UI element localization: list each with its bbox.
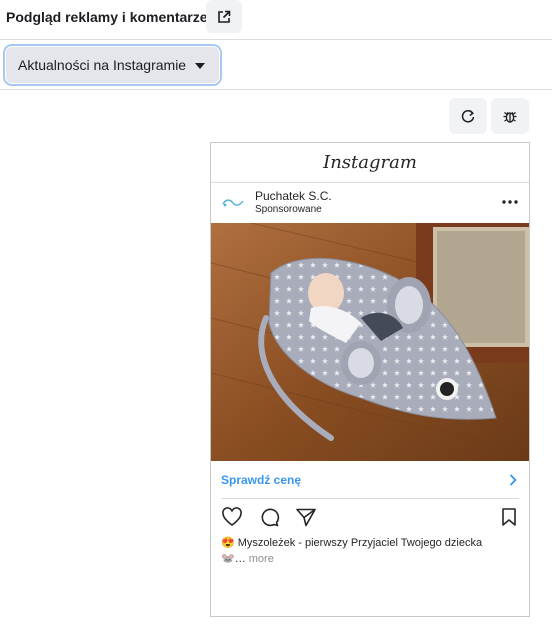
post-caption: 😍 Myszoleżek - pierwszy Przyjaciel Twoje… bbox=[211, 535, 529, 567]
caption-emoji: 🐭… bbox=[221, 553, 246, 565]
account-avatar bbox=[220, 190, 246, 216]
cta-label: Sprawdź cenę bbox=[221, 472, 302, 487]
ad-image bbox=[211, 223, 529, 461]
bug-icon bbox=[503, 111, 517, 123]
cta-row[interactable]: Sprawdź cenę bbox=[221, 461, 519, 499]
post-header: Puchatek S.C. Sponsorowane bbox=[211, 183, 529, 223]
heart-icon[interactable] bbox=[221, 507, 243, 527]
refresh-icon bbox=[461, 109, 475, 123]
post-actions bbox=[211, 499, 529, 535]
instagram-logo: Instagram bbox=[211, 143, 529, 183]
refresh-button[interactable] bbox=[449, 98, 487, 134]
caption-more-link[interactable]: more bbox=[249, 553, 274, 565]
caption-line-2: 🐭… more bbox=[221, 551, 519, 567]
more-options-icon[interactable] bbox=[501, 196, 519, 208]
placement-dropdown-label: Aktualności na Instagramie bbox=[18, 57, 187, 73]
report-bug-button[interactable] bbox=[491, 98, 529, 134]
comment-icon[interactable] bbox=[258, 507, 280, 527]
bookmark-icon[interactable] bbox=[501, 507, 517, 527]
chevron-right-icon bbox=[509, 474, 517, 486]
caption-line: 😍 Myszoleżek - pierwszy Przyjaciel Twoje… bbox=[221, 537, 483, 549]
placement-toolbar: Aktualności na Instagramie bbox=[0, 41, 552, 90]
caret-down-icon bbox=[195, 62, 206, 69]
instagram-ad-preview: Instagram Puchatek S.C. Sponsorowane Spr… bbox=[210, 142, 530, 617]
external-link-icon bbox=[218, 10, 231, 23]
account-name: Puchatek S.C. bbox=[255, 189, 332, 204]
page-title: Podgląd reklamy i komentarze bbox=[6, 9, 208, 25]
preview-header: Podgląd reklamy i komentarze bbox=[0, 0, 552, 40]
open-external-button[interactable] bbox=[206, 0, 242, 33]
placement-dropdown[interactable]: Aktualności na Instagramie bbox=[6, 47, 219, 83]
share-icon[interactable] bbox=[295, 507, 317, 527]
sponsored-label: Sponsorowane bbox=[255, 204, 322, 216]
